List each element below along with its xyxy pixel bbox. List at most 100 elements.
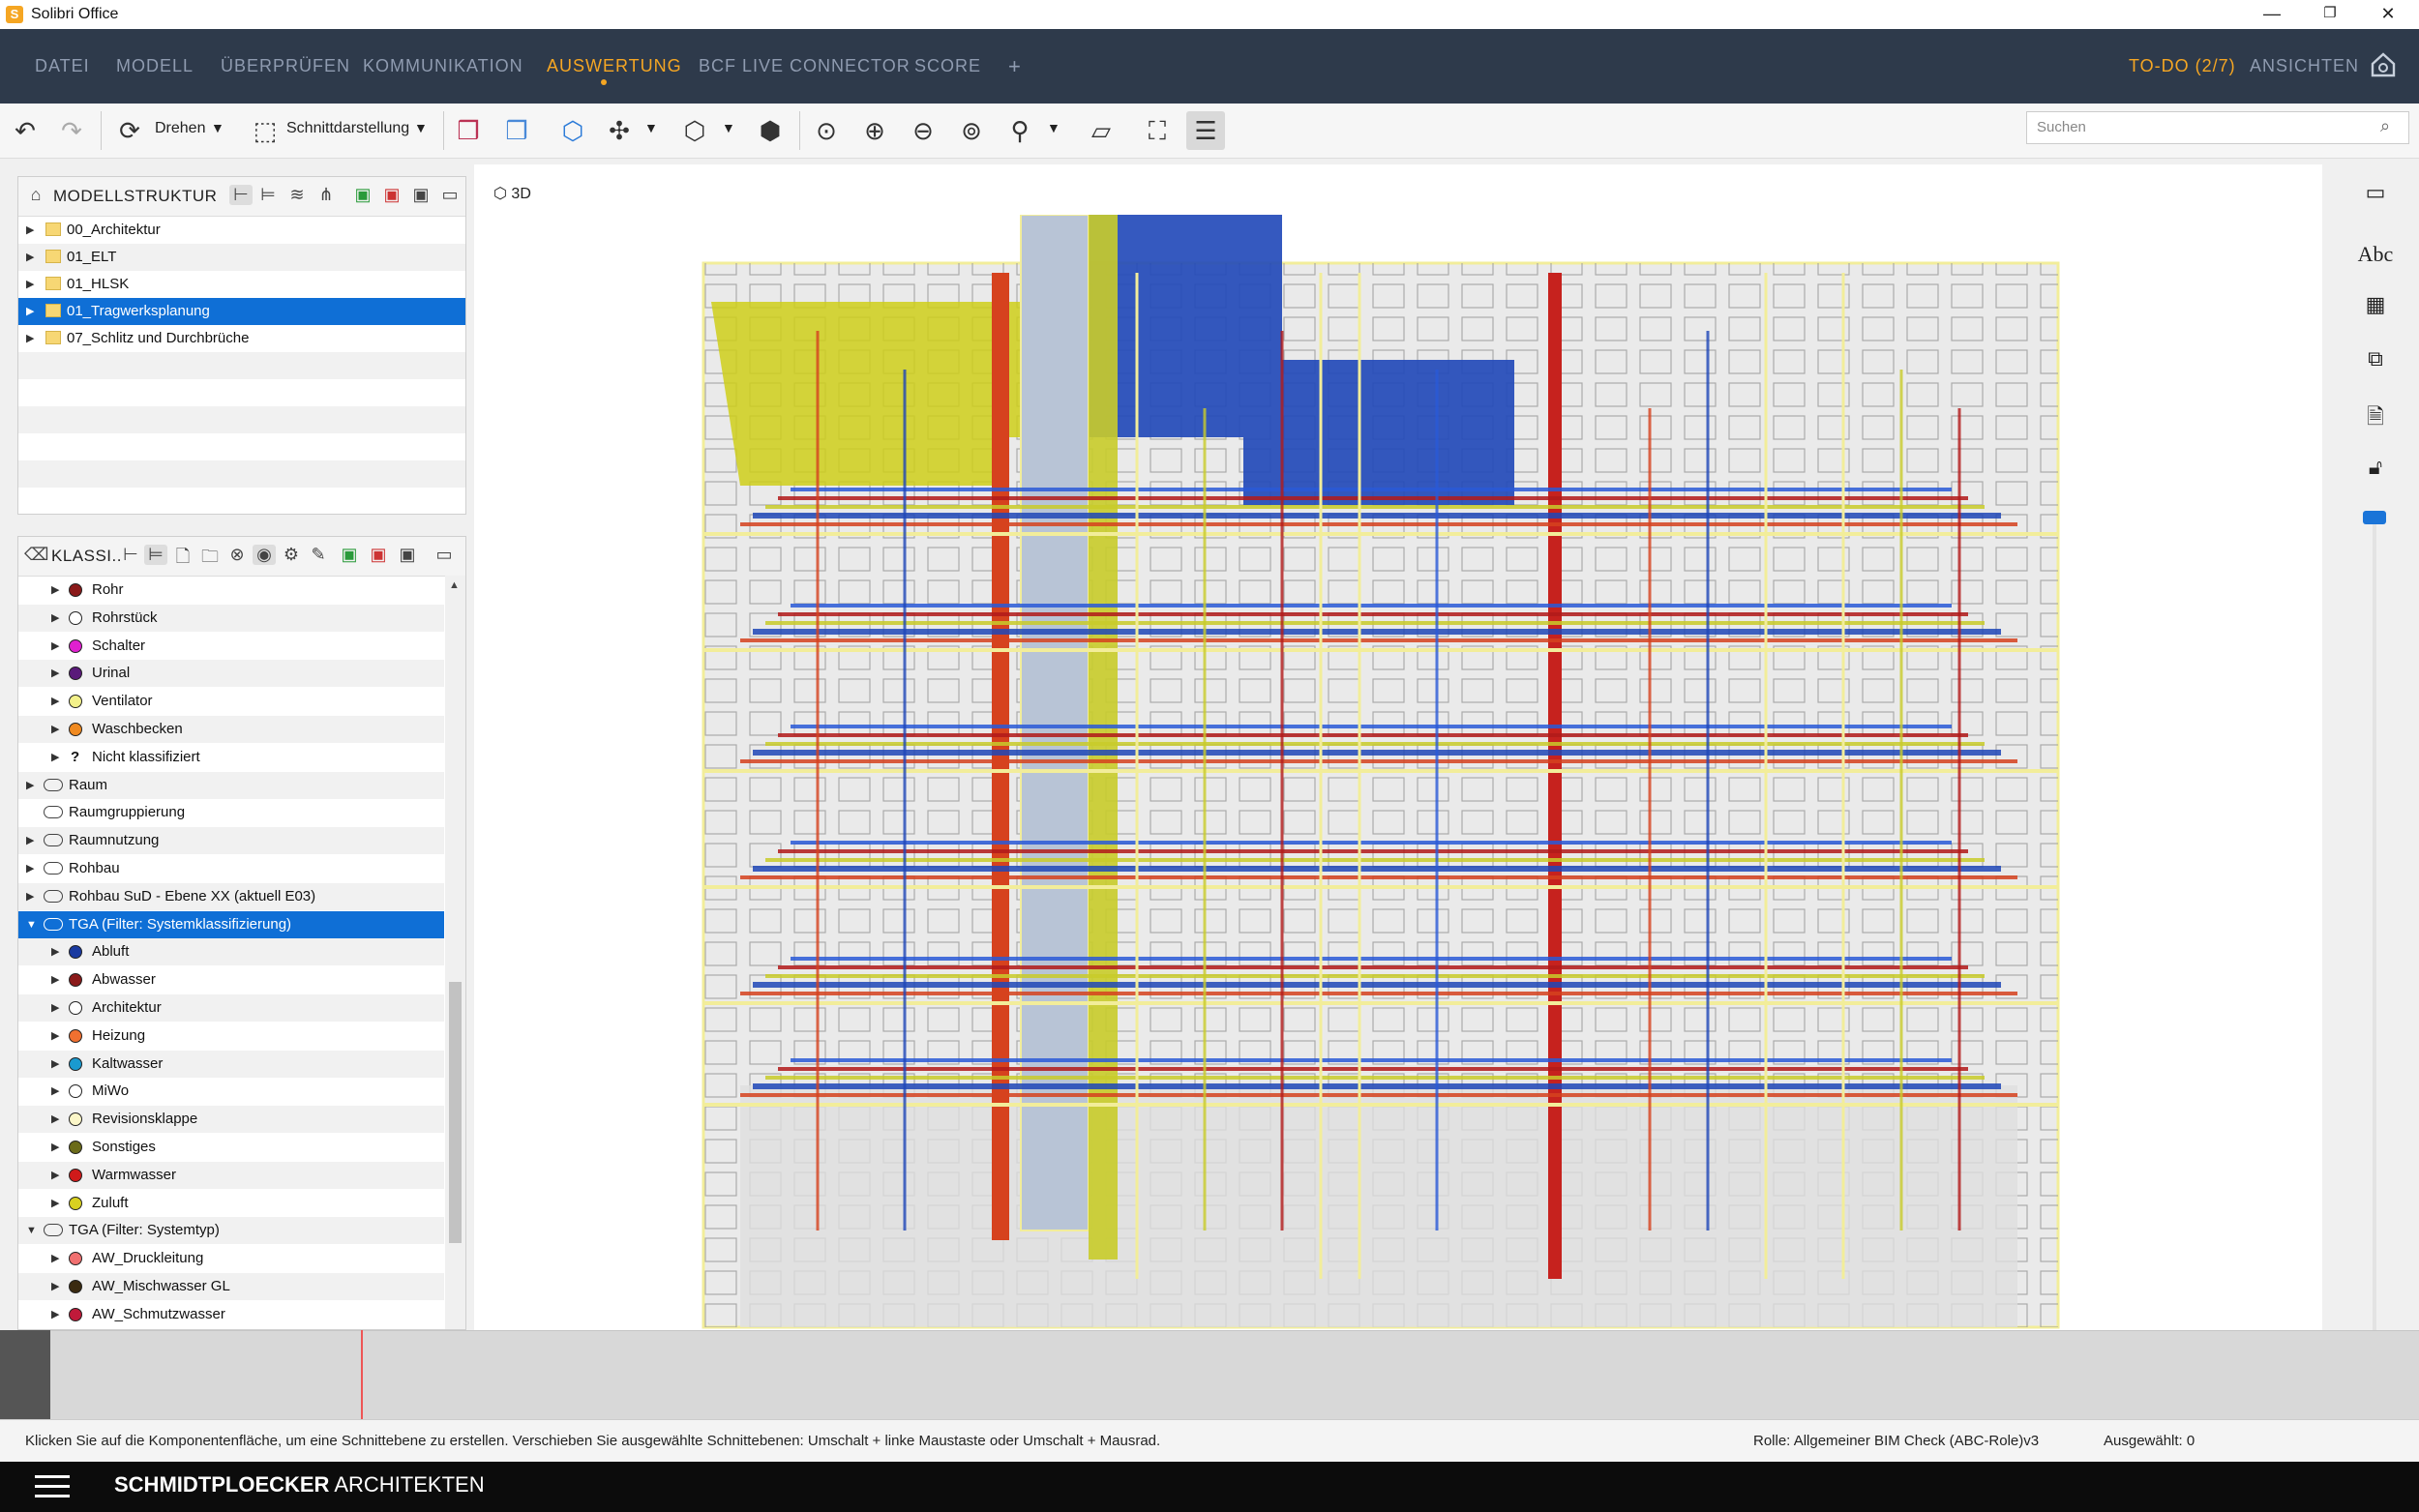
remove-model-icon[interactable]: ▣ [380,185,403,205]
expand-arrow-icon[interactable]: ▶ [51,966,59,993]
classification-item[interactable]: ▶ AW_Schmutzwasser [18,1301,444,1328]
show-all-components-icon[interactable]: ❒ [451,113,486,148]
classification-item[interactable]: ▶ AW_Druckleitung [18,1245,444,1272]
classification-item[interactable]: ▶ Schalter [18,633,444,660]
panel-layout-icon[interactable]: ▭ [438,185,462,205]
section-view-label[interactable]: Schnittdarstellung [286,120,409,137]
zoom-fit-icon[interactable]: ⊙ [809,113,844,148]
classification-item[interactable]: ▶ Rohbau SuD - Ebene XX (aktuell E03) [18,882,444,910]
model-tree-item[interactable]: ▶ 01_HLSK [18,271,465,298]
unlock-icon[interactable]: 🔓︎ [2356,455,2395,480]
redo-icon[interactable]: ↷ [54,113,89,148]
transparency-icon[interactable]: ✣ [602,113,637,148]
panel-toggle-icon[interactable]: ▭ [2356,180,2395,205]
classification-item[interactable]: ▶ Waschbecken [18,716,444,743]
classification-item[interactable]: ▶ Sonstiges [18,1134,444,1161]
hierarchy-icon[interactable]: ⊨ [256,185,280,205]
classification-item[interactable]: ▶? Nicht klassifiziert [18,744,444,771]
classification-item[interactable]: ▶ Architektur [18,994,444,1022]
expand-arrow-icon[interactable]: ▶ [26,271,34,298]
expand-arrow-icon[interactable]: ▶ [51,660,59,687]
new-file-icon[interactable]: 🗋 [171,545,194,574]
add-model-icon[interactable]: ▣ [351,185,374,205]
menu-modell[interactable]: MODELL [116,29,194,104]
timeline-area[interactable] [0,1330,2419,1420]
box-view-icon[interactable]: ⬡ [677,113,712,148]
classification-scrollbar[interactable]: ▲ [445,576,465,1329]
classification-item[interactable]: ▶ Heizung [18,1023,444,1050]
minimize-button[interactable]: — [2245,0,2299,29]
floor-plan-icon[interactable]: ▱ [1084,113,1119,148]
model-tree-item[interactable]: ▶ 01_Tragwerksplanung [18,298,465,325]
clear-icon[interactable]: ⊗ [225,545,249,565]
expand-arrow-icon[interactable]: ▶ [51,633,59,660]
expand-arrow-icon[interactable]: ▶ [26,772,34,799]
expand-arrow-icon[interactable]: ▶ [51,605,59,632]
remove-classification-icon[interactable]: ▣ [367,545,390,565]
classification-item[interactable]: ▶ Abwasser [18,966,444,993]
section-view-icon[interactable]: ⬚ [248,113,283,148]
rotate-dropdown-icon[interactable]: ▼ [211,120,224,135]
classification-item[interactable]: ▶ Rohrstück [18,604,444,632]
settings-gear-icon[interactable]: ⚙ [280,545,303,565]
model-tree-item[interactable]: ▶ 01_ELT [18,244,465,271]
expand-arrow-icon[interactable]: ▼ [26,911,37,938]
expand-arrow-icon[interactable]: ▶ [51,938,59,965]
classification-item[interactable]: ▶ Warmwasser [18,1161,444,1189]
classification-item[interactable]: ▶ Abluft [18,938,444,966]
classification-options-icon[interactable]: ▣ [396,545,419,565]
expand-arrow-icon[interactable]: ▶ [51,1023,59,1050]
vertical-slider-track[interactable] [2373,518,2376,1330]
timeline-handle[interactable] [0,1330,50,1419]
tree-view-icon[interactable]: ⊢ [229,185,253,205]
expand-arrow-icon[interactable]: ▶ [26,298,34,325]
rotate-icon[interactable]: ⟳ [112,113,147,148]
classification-item[interactable]: ▶ Urinal [18,660,444,688]
add-tab-button[interactable]: + [1008,29,1022,104]
visibility-icon[interactable]: ◉ [253,545,276,565]
scroll-up-icon[interactable]: ▲ [449,579,460,591]
classification-item[interactable]: ▶ MiWo [18,1078,444,1105]
undo-icon[interactable]: ↶ [8,113,43,148]
section-dropdown-icon[interactable]: ▼ [414,120,428,135]
classification-item[interactable]: ▶ Kaltwasser [18,1050,444,1078]
expand-arrow-icon[interactable]: ▶ [51,1190,59,1217]
open-folder-icon[interactable]: 🗀 [198,545,222,574]
expand-arrow-icon[interactable]: ▶ [51,1301,59,1328]
classification-item[interactable]: ▼ TGA (Filter: Systemklassifizierung) [18,910,444,938]
layers-icon[interactable]: ☰ [1186,111,1225,150]
menu-datei[interactable]: DATEI [35,29,90,104]
expand-arrow-icon[interactable]: ▶ [26,855,34,882]
spatial-tree-icon[interactable]: ⋔ [314,185,338,205]
classification-hierarchy-icon[interactable]: ⊨ [144,545,167,565]
classification-item[interactable]: ▶ AW_Mischwasser GL [18,1273,444,1300]
menu-auswertung[interactable]: AUSWERTUNG [547,29,682,104]
home-icon[interactable] [2369,50,2398,79]
expand-arrow-icon[interactable]: ▶ [51,994,59,1022]
classification-item[interactable]: Raumgruppierung [18,799,444,826]
model-tree-item[interactable]: ▶ 00_Architektur [18,217,465,244]
rotate-label[interactable]: Drehen [155,120,205,137]
classification-item[interactable]: ▼ TGA (Filter: Systemtyp) [18,1217,444,1245]
building-model-render[interactable] [702,215,2066,1330]
layer-tree-icon[interactable]: ≋ [285,185,309,205]
expand-arrow-icon[interactable]: ▶ [51,577,59,604]
expand-arrow-icon[interactable]: ▶ [26,883,34,910]
expand-arrow-icon[interactable]: ▶ [26,244,34,271]
menu-score[interactable]: SCORE [914,29,981,104]
isolate-components-icon[interactable]: ⬡ [555,113,590,148]
transparency-dropdown-icon[interactable]: ▼ [644,120,658,135]
close-button[interactable]: ✕ [2361,0,2415,29]
classification-tree-icon[interactable]: ⊢ [119,545,142,565]
add-classification-icon[interactable]: ▣ [338,545,361,565]
model-settings-icon[interactable]: ▣ [409,185,433,205]
expand-arrow-icon[interactable]: ▼ [26,1217,37,1244]
expand-arrow-icon[interactable]: ▶ [51,1078,59,1105]
ansichten-button[interactable]: ANSICHTEN [2250,29,2359,104]
search-input[interactable]: Suchen [2026,111,2409,144]
hide-components-icon[interactable]: ❒ [499,113,534,148]
expand-arrow-icon[interactable]: ▶ [51,1106,59,1133]
edit-icon[interactable]: ✎ [307,545,330,565]
expand-arrow-icon[interactable]: ▶ [26,217,34,244]
pin-icon[interactable]: ⚲ [1002,113,1037,148]
